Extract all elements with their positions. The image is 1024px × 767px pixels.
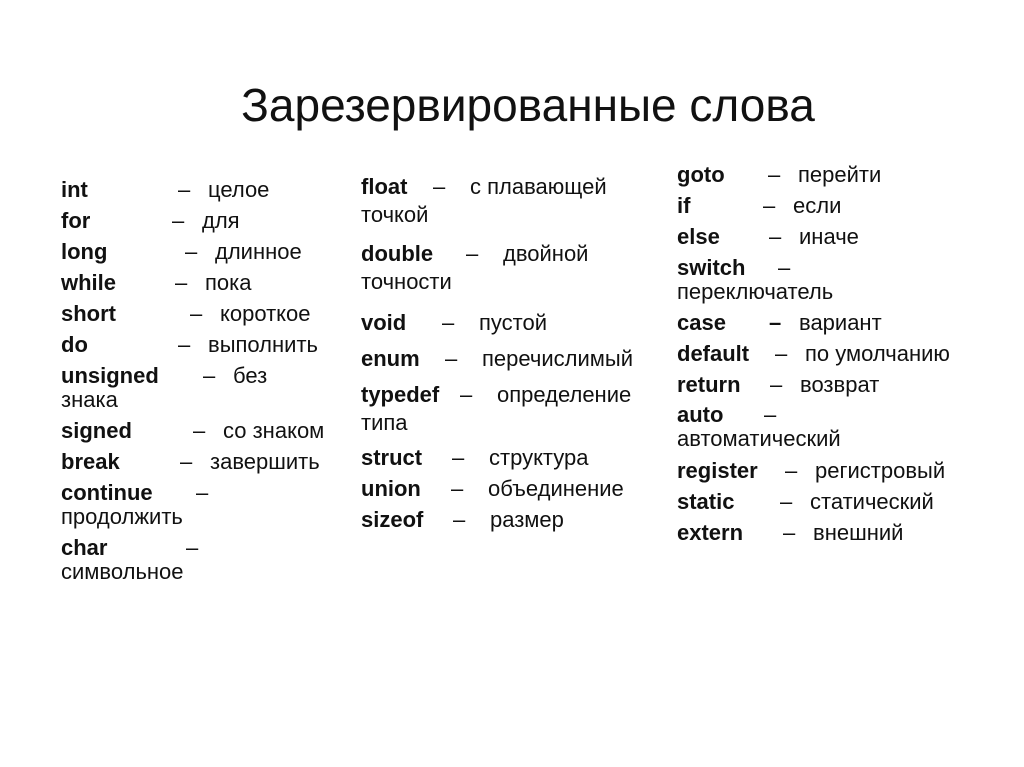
dash: – bbox=[460, 382, 473, 407]
dash: – bbox=[186, 535, 199, 560]
definition: размер bbox=[490, 507, 564, 532]
keyword: long bbox=[61, 239, 108, 264]
dash: – bbox=[196, 480, 209, 505]
keyword: goto bbox=[677, 162, 725, 187]
dash: – bbox=[466, 241, 479, 266]
dash: – bbox=[190, 301, 203, 326]
definition-continuation: автоматический bbox=[677, 426, 841, 451]
dash: – bbox=[769, 310, 782, 335]
definition-continuation: точкой bbox=[361, 202, 429, 227]
definition: возврат bbox=[800, 372, 880, 397]
definition: длинное bbox=[215, 239, 302, 264]
definition: выполнить bbox=[208, 332, 318, 357]
keyword: short bbox=[61, 301, 116, 326]
keyword: unsigned bbox=[61, 363, 159, 388]
keyword: register bbox=[677, 458, 758, 483]
definition: завершить bbox=[210, 449, 320, 474]
definition: иначе bbox=[799, 224, 859, 249]
definition: определение bbox=[497, 382, 632, 407]
keyword: char bbox=[61, 535, 108, 560]
definition: для bbox=[202, 208, 240, 233]
definition: если bbox=[793, 193, 842, 218]
keyword: do bbox=[61, 332, 88, 357]
keyword: if bbox=[677, 193, 691, 218]
dash: – bbox=[785, 458, 798, 483]
dash: – bbox=[175, 270, 188, 295]
definition-continuation: продолжить bbox=[61, 504, 183, 529]
dash: – bbox=[763, 193, 776, 218]
definition: пока bbox=[205, 270, 252, 295]
definition: перейти bbox=[798, 162, 882, 187]
definition: целое bbox=[208, 177, 270, 202]
keyword: while bbox=[61, 270, 117, 295]
definition: статический bbox=[810, 489, 934, 514]
keyword: typedef bbox=[361, 382, 440, 407]
definition: регистровый bbox=[815, 458, 946, 483]
definition: двойной bbox=[503, 241, 589, 266]
dash: – bbox=[193, 418, 206, 443]
keyword: case bbox=[677, 310, 726, 335]
keyword: float bbox=[361, 174, 408, 199]
dash: – bbox=[451, 476, 464, 501]
dash: – bbox=[433, 174, 446, 199]
keyword: for bbox=[61, 208, 91, 233]
definition-continuation: переключатель bbox=[677, 279, 834, 304]
keyword: static bbox=[677, 489, 735, 514]
dash: – bbox=[780, 489, 793, 514]
definition: без bbox=[233, 363, 268, 388]
dash: – bbox=[178, 332, 191, 357]
dash: – bbox=[452, 445, 465, 470]
dash: – bbox=[203, 363, 216, 388]
definition: со знаком bbox=[223, 418, 325, 443]
keyword: extern bbox=[677, 520, 744, 545]
keyword: int bbox=[61, 177, 88, 202]
keyword: double bbox=[361, 241, 434, 266]
definition-continuation: символьное bbox=[61, 559, 184, 584]
dash: – bbox=[172, 208, 185, 233]
keyword: return bbox=[677, 372, 741, 397]
dash: – bbox=[770, 372, 783, 397]
keyword: enum bbox=[361, 346, 420, 371]
keyword: switch bbox=[677, 255, 746, 280]
slide-title: Зарезервированные слова bbox=[241, 79, 815, 131]
dash: – bbox=[764, 402, 777, 427]
dash: – bbox=[178, 177, 191, 202]
keyword: break bbox=[61, 449, 120, 474]
keyword: struct bbox=[361, 445, 423, 470]
definition: короткое bbox=[220, 301, 311, 326]
dash: – bbox=[185, 239, 198, 264]
slide: Зарезервированные слова int – целое for – для… bbox=[0, 0, 1024, 767]
keyword: default bbox=[677, 341, 750, 366]
keyword: auto bbox=[677, 402, 724, 427]
keyword: signed bbox=[61, 418, 132, 443]
keyword: else bbox=[677, 224, 720, 249]
definition: по умолчанию bbox=[805, 341, 950, 366]
keyword: continue bbox=[61, 480, 153, 505]
keyword: void bbox=[361, 310, 407, 335]
dash: – bbox=[768, 162, 781, 187]
definition: пустой bbox=[479, 310, 548, 335]
definition: внешний bbox=[813, 520, 904, 545]
definition: с плавающей bbox=[470, 174, 607, 199]
dash: – bbox=[769, 224, 782, 249]
dash: – bbox=[180, 449, 193, 474]
dash: – bbox=[783, 520, 796, 545]
definition: структура bbox=[489, 445, 589, 470]
definition-continuation: типа bbox=[361, 410, 408, 435]
definition: перечислимый bbox=[482, 346, 633, 371]
dash: – bbox=[445, 346, 458, 371]
keyword: union bbox=[361, 476, 421, 501]
definition-continuation: точности bbox=[361, 269, 452, 294]
definition: объединение bbox=[488, 476, 624, 501]
keyword: sizeof bbox=[361, 507, 424, 532]
dash: – bbox=[453, 507, 466, 532]
dash: – bbox=[442, 310, 455, 335]
definition-continuation: знака bbox=[61, 387, 118, 412]
dash: – bbox=[778, 255, 791, 280]
definition: вариант bbox=[799, 310, 882, 335]
dash: – bbox=[775, 341, 788, 366]
